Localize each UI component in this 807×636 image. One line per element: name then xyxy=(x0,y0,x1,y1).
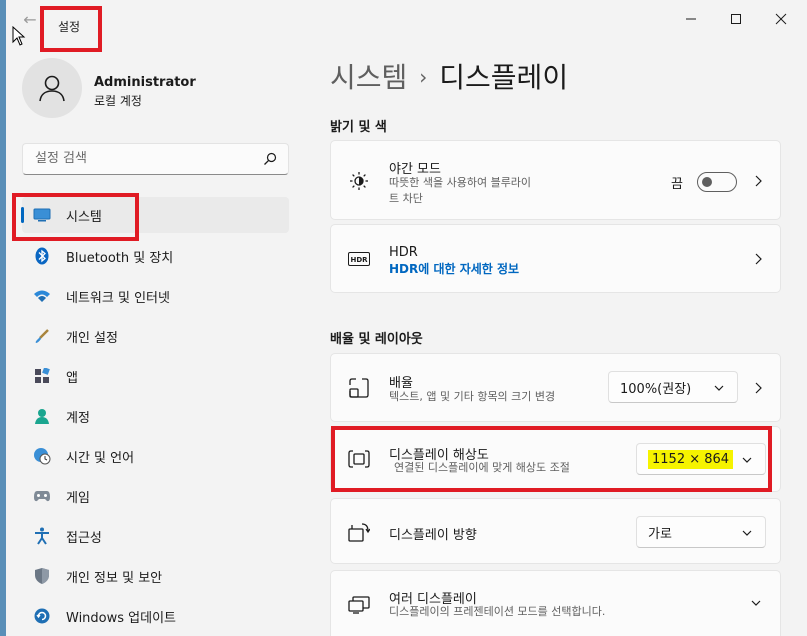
search-box[interactable] xyxy=(22,143,289,175)
brightness-icon xyxy=(347,169,371,193)
resolution-icon xyxy=(347,447,371,471)
orientation-title: 디스플레이 방향 xyxy=(389,528,477,543)
sidebar-item-label: 개인 정보 및 보안 xyxy=(66,570,163,586)
bluetooth-icon xyxy=(32,246,52,266)
resolution-dropdown[interactable]: 1152 × 864 xyxy=(636,443,766,475)
gamepad-icon xyxy=(32,486,52,506)
page-title: 디스플레이 xyxy=(439,61,569,94)
user-name: Administrator xyxy=(94,75,196,90)
account-icon xyxy=(32,406,52,426)
globe-clock-icon xyxy=(32,446,52,466)
hdr-title: HDR xyxy=(389,245,418,260)
multiple-displays-description: 디스플레이의 프레젠테이션 모드를 선택합니다. xyxy=(389,605,606,618)
svg-text:HDR: HDR xyxy=(350,256,368,264)
orientation-card[interactable]: 디스플레이 방향 가로 xyxy=(330,498,781,564)
multiple-displays-card[interactable]: 여러 디스플레이 디스플레이의 프레젠테이션 모드를 선택합니다. xyxy=(330,570,781,636)
sidebar-item-privacy-security[interactable]: 개인 정보 및 보안 xyxy=(22,558,289,594)
scale-card[interactable]: 배율 텍스트, 앱 및 기타 항목의 크기 변경 100%(권장) xyxy=(330,353,781,422)
window-title: 설정 xyxy=(58,20,81,34)
section-heading-brightness-color: 밝기 및 색 xyxy=(330,120,387,135)
mouse-cursor-icon xyxy=(12,25,26,50)
account-type: 로컬 계정 xyxy=(94,94,142,108)
sidebar-item-apps[interactable]: 앱 xyxy=(22,358,289,394)
multiple-displays-icon xyxy=(347,593,371,617)
breadcrumb: 시스템 › 디스플레이 xyxy=(330,56,568,96)
scale-icon xyxy=(347,376,371,400)
accessibility-icon xyxy=(32,526,52,546)
chevron-right-icon[interactable] xyxy=(752,253,764,265)
scale-description: 텍스트, 앱 및 기타 항목의 크기 변경 xyxy=(389,390,556,403)
maximize-button[interactable] xyxy=(716,6,756,32)
hdr-card[interactable]: HDR HDR HDR에 대한 자세한 정보 xyxy=(330,224,781,293)
search-input[interactable] xyxy=(33,150,257,167)
sidebar-item-accessibility[interactable]: 접근성 xyxy=(22,518,289,554)
chevron-down-icon xyxy=(714,385,724,391)
sidebar-item-personalization[interactable]: 개인 설정 xyxy=(22,318,289,354)
minimize-button[interactable] xyxy=(671,6,711,32)
sidebar-item-label: 앱 xyxy=(66,370,78,386)
section-heading-scale-layout: 배율 및 레이아웃 xyxy=(330,332,423,347)
sidebar-item-label: 시스템 xyxy=(66,209,102,225)
chevron-down-icon xyxy=(742,530,752,536)
sidebar-item-windows-update[interactable]: Windows 업데이트 xyxy=(22,598,289,634)
search-icon[interactable] xyxy=(262,151,278,167)
chevron-down-icon[interactable] xyxy=(750,597,762,609)
shield-icon xyxy=(32,566,52,586)
sidebar-item-label: 네트워크 및 인터넷 xyxy=(66,290,170,306)
night-light-card[interactable]: 야간 모드 따뜻한 색을 사용하여 블루라이 트 차단 끔 xyxy=(330,140,781,220)
sidebar-item-system[interactable]: 시스템 xyxy=(21,197,289,233)
system-icon xyxy=(32,205,52,225)
chevron-right-icon[interactable] xyxy=(752,382,764,394)
resolution-selected-value: 1152 × 864 xyxy=(648,449,734,469)
chevron-right-icon[interactable] xyxy=(752,175,764,187)
toggle-knob xyxy=(702,177,712,187)
scale-dropdown[interactable]: 100%(권장) xyxy=(608,371,738,403)
orientation-icon xyxy=(347,520,371,544)
breadcrumb-separator: › xyxy=(419,65,428,89)
sidebar-item-label: Windows 업데이트 xyxy=(66,610,177,626)
hdr-icon: HDR xyxy=(347,247,371,271)
sidebar-item-label: 계정 xyxy=(66,410,90,426)
sidebar-item-label: 접근성 xyxy=(66,530,102,546)
resolution-card[interactable]: 디스플레이 해상도 연결된 디스플레이에 맞게 해상도 조절 1152 × 86… xyxy=(330,426,781,492)
sidebar-item-label: 개인 설정 xyxy=(66,330,118,346)
orientation-selected-value: 가로 xyxy=(648,526,672,542)
sidebar-item-label: 게임 xyxy=(66,490,90,506)
night-light-description-line2: 트 차단 xyxy=(389,192,423,205)
wifi-icon xyxy=(32,286,52,306)
night-light-toggle[interactable] xyxy=(697,172,737,192)
chevron-down-icon xyxy=(742,457,752,463)
brush-icon xyxy=(32,326,52,346)
sidebar-item-bluetooth[interactable]: Bluetooth 및 장치 xyxy=(22,238,289,274)
sidebar-item-gaming[interactable]: 게임 xyxy=(22,478,289,514)
resolution-description: 연결된 디스플레이에 맞게 해상도 조절 xyxy=(394,461,570,474)
night-light-description-line1: 따뜻한 색을 사용하여 블루라이 xyxy=(389,176,532,189)
active-indicator xyxy=(21,207,24,223)
desktop-background-strip xyxy=(0,0,6,636)
apps-icon xyxy=(32,366,52,386)
hdr-learn-more-link[interactable]: HDR에 대한 자세한 정보 xyxy=(389,261,519,277)
close-button[interactable] xyxy=(761,6,801,32)
sidebar-item-label: 시간 및 언어 xyxy=(66,450,135,466)
sidebar-item-time-language[interactable]: 시간 및 언어 xyxy=(22,438,289,474)
sidebar-item-network[interactable]: 네트워크 및 인터넷 xyxy=(22,278,289,314)
sidebar-item-accounts[interactable]: 계정 xyxy=(22,398,289,434)
orientation-dropdown[interactable]: 가로 xyxy=(636,516,766,548)
avatar[interactable] xyxy=(22,58,82,118)
toggle-state-label: 끔 xyxy=(671,177,683,192)
scale-selected-value: 100%(권장) xyxy=(620,381,692,397)
breadcrumb-parent[interactable]: 시스템 xyxy=(330,61,407,94)
update-icon xyxy=(32,606,52,626)
person-icon xyxy=(39,75,65,102)
sidebar-item-label: Bluetooth 및 장치 xyxy=(66,250,174,266)
